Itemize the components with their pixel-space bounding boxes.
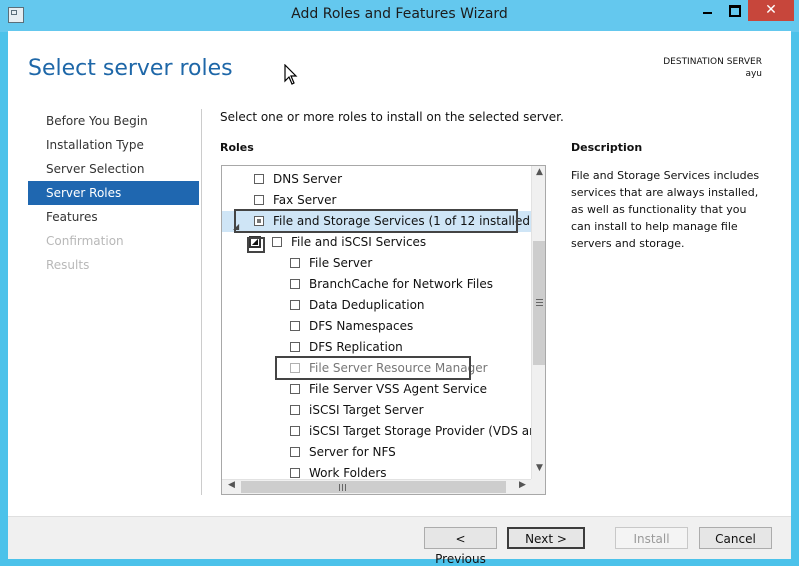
checkbox[interactable]	[290, 405, 300, 415]
checkbox[interactable]	[290, 384, 300, 394]
grip-line	[536, 302, 543, 303]
highlight-box	[275, 356, 471, 380]
nav-divider	[201, 109, 202, 495]
role-row-dns-server[interactable]: DNS Server	[222, 169, 531, 190]
grip-line	[339, 484, 340, 491]
close-icon: ✕	[765, 2, 777, 18]
wizard-footer: < Previous Next > Install Cancel	[8, 516, 791, 566]
window-title: Add Roles and Features Wizard	[291, 6, 508, 22]
role-row-vss-agent-service[interactable]: File Server VSS Agent Service	[222, 379, 531, 400]
nav-item-installation-type[interactable]: Installation Type	[28, 133, 199, 157]
maximize-icon	[728, 4, 741, 17]
highlight-box	[247, 237, 265, 253]
instruction-text: Select one or more roles to install on t…	[220, 110, 564, 124]
nav-item-confirmation: Confirmation	[46, 234, 124, 248]
grip-line	[345, 484, 346, 491]
roles-heading: Roles	[220, 141, 254, 154]
role-row-iscsi-target-server[interactable]: iSCSI Target Server	[222, 400, 531, 421]
role-row-dfs-replication[interactable]: DFS Replication	[222, 337, 531, 358]
close-button[interactable]: ✕	[748, 0, 794, 21]
grip-line	[342, 484, 343, 491]
role-row-fax-server[interactable]: Fax Server	[222, 190, 531, 211]
previous-button[interactable]: < Previous	[424, 527, 497, 566]
checkbox[interactable]	[290, 342, 300, 352]
checkbox[interactable]	[290, 258, 300, 268]
destination-server-name: ayu	[745, 69, 762, 79]
next-button[interactable]: Next >	[507, 527, 585, 549]
role-row-dfs-namespaces[interactable]: DFS Namespaces	[222, 316, 531, 337]
checkbox[interactable]	[290, 447, 300, 457]
roles-tree-viewport: DNS Server Fax Server ◢ File and Storage…	[222, 166, 531, 479]
horizontal-scrollbar[interactable]: ◀ ▶	[222, 479, 531, 494]
roles-tree[interactable]: DNS Server Fax Server ◢ File and Storage…	[221, 165, 546, 495]
scroll-up-icon[interactable]: ▲	[532, 167, 545, 177]
checkbox[interactable]	[290, 426, 300, 436]
description-text: File and Storage Services includes servi…	[571, 169, 760, 250]
checkbox[interactable]	[254, 195, 264, 205]
checkbox[interactable]	[290, 321, 300, 331]
nav-item-features[interactable]: Features	[28, 205, 199, 229]
scroll-down-icon[interactable]: ▼	[532, 463, 545, 473]
minimize-icon	[703, 11, 712, 14]
role-row-branchcache[interactable]: BranchCache for Network Files	[222, 274, 531, 295]
scroll-right-icon[interactable]: ▶	[515, 480, 530, 490]
nav-item-before-you-begin[interactable]: Before You Begin	[28, 109, 199, 133]
grip-line	[536, 305, 543, 306]
destination-server-label: DESTINATION SERVER	[663, 57, 762, 67]
install-button: Install	[615, 527, 688, 549]
nav-item-results: Results	[46, 258, 90, 272]
maximize-button[interactable]	[721, 0, 748, 21]
wizard-window: Add Roles and Features Wizard ✕ Select s…	[0, 0, 799, 566]
horizontal-scroll-thumb[interactable]	[241, 481, 506, 493]
checkbox[interactable]	[290, 300, 300, 310]
wizard-client-area: Select server roles DESTINATION SERVER a…	[8, 31, 791, 566]
checkbox[interactable]	[290, 468, 300, 478]
role-row-file-server[interactable]: File Server	[222, 253, 531, 274]
role-row-iscsi-target-storage-provider[interactable]: iSCSI Target Storage Provider (VDS and V…	[222, 421, 531, 442]
description-heading: Description	[571, 141, 643, 154]
scroll-left-icon[interactable]: ◀	[224, 480, 239, 490]
vertical-scroll-thumb[interactable]	[533, 241, 545, 365]
role-row-work-folders[interactable]: Work Folders	[222, 463, 531, 479]
checkbox[interactable]	[272, 237, 282, 247]
role-row-server-for-nfs[interactable]: Server for NFS	[222, 442, 531, 463]
vertical-scrollbar[interactable]: ▲ ▼	[531, 166, 545, 479]
nav-item-server-selection[interactable]: Server Selection	[28, 157, 199, 181]
title-bar[interactable]: Add Roles and Features Wizard ✕	[0, 0, 799, 32]
scrollbar-corner	[531, 479, 545, 494]
page-title: Select server roles	[28, 56, 233, 81]
role-row-data-deduplication[interactable]: Data Deduplication	[222, 295, 531, 316]
cancel-button[interactable]: Cancel	[699, 527, 772, 549]
grip-line	[536, 299, 543, 300]
highlight-box	[234, 209, 518, 233]
nav-item-server-roles[interactable]: Server Roles	[28, 181, 199, 205]
minimize-button[interactable]	[694, 0, 721, 21]
checkbox[interactable]	[290, 279, 300, 289]
role-row-file-and-iscsi-services[interactable]: ◢ File and iSCSI Services	[222, 232, 531, 253]
mouse-cursor-icon	[284, 64, 298, 85]
checkbox[interactable]	[254, 174, 264, 184]
